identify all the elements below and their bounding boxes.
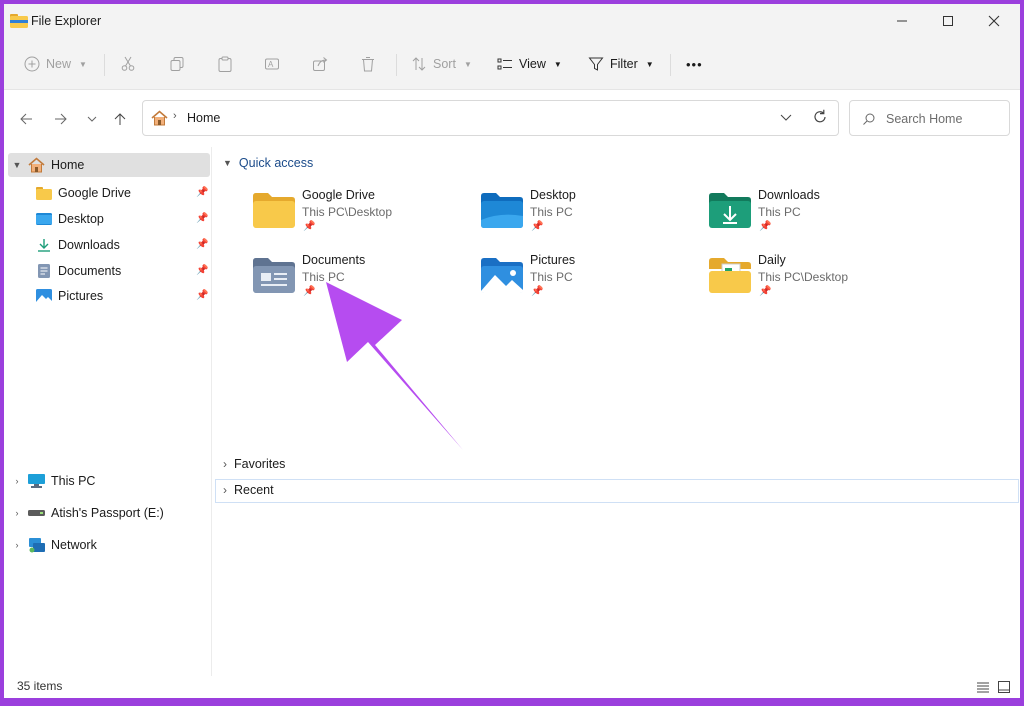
annotation-arrow-icon (326, 282, 463, 450)
